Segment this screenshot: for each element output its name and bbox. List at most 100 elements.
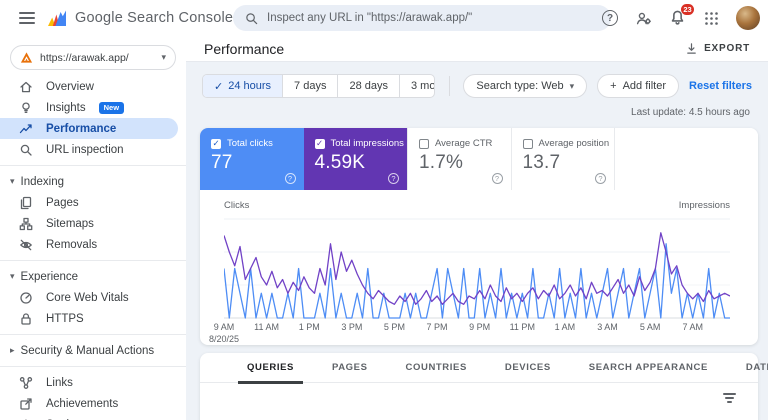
download-icon xyxy=(685,42,698,55)
help-icon[interactable]: ? xyxy=(285,173,296,184)
tab-countries[interactable]: COUNTRIES xyxy=(387,353,486,383)
x-tick-label: 9 AM8/20/25 xyxy=(209,322,239,345)
chart-axis-labels: Clicks Impressions xyxy=(224,200,730,211)
hamburger-menu-icon[interactable] xyxy=(10,3,44,33)
sidebar-item-sitemaps[interactable]: Sitemaps xyxy=(0,213,186,234)
chevron-down-icon: ▾ xyxy=(570,82,575,91)
search-type-button[interactable]: Search type: Web ▾ xyxy=(463,74,587,98)
app-title: Google Search Console xyxy=(75,10,233,26)
search-console-logo-icon xyxy=(46,8,67,29)
plus-icon: + xyxy=(610,80,616,92)
top-header-bar: Google Search Console ? 23 xyxy=(0,0,768,36)
apps-grid-icon[interactable] xyxy=(704,11,719,26)
date-range-28-days[interactable]: 28 days xyxy=(337,75,399,97)
sidebar-divider xyxy=(0,165,186,166)
sidebar-item-insights[interactable]: Insights New xyxy=(0,97,186,118)
visibility-off-icon xyxy=(19,238,33,252)
x-tick-label: 1 PM xyxy=(299,322,320,334)
sidebar-item-removals[interactable]: Removals xyxy=(0,234,186,255)
tab-pages[interactable]: PAGES xyxy=(313,353,387,383)
help-icon[interactable]: ? xyxy=(595,173,606,184)
help-icon[interactable]: ? xyxy=(602,10,618,26)
sidebar-item-pages[interactable]: Pages xyxy=(0,192,186,213)
date-range-7-days[interactable]: 7 days xyxy=(282,75,337,97)
chevron-down-icon: ▾ xyxy=(10,177,15,186)
tab-search-appearance[interactable]: SEARCH APPEARANCE xyxy=(570,353,727,383)
average-position-value: 13.7 xyxy=(523,152,604,174)
toolbar-divider xyxy=(449,76,450,96)
user-settings-icon[interactable] xyxy=(635,11,652,26)
header-action-icons: ? 23 xyxy=(602,0,760,36)
search-icon xyxy=(245,12,258,25)
home-icon xyxy=(19,80,33,94)
new-badge: New xyxy=(99,102,124,114)
add-filter-button[interactable]: + Add filter xyxy=(597,74,679,98)
table-filter-icon[interactable] xyxy=(723,393,736,403)
performance-chart-svg[interactable] xyxy=(224,215,730,319)
total-impressions-value: 4.59K xyxy=(315,152,397,174)
x-tick-label: 5 AM xyxy=(640,322,661,334)
metric-average-position[interactable]: Average position 13.7 ? xyxy=(511,128,615,190)
main-content: Performance EXPORT ✓ 24 hours 7 days 28 … xyxy=(186,36,768,420)
chevron-down-icon: ▾ xyxy=(161,53,166,62)
sidebar-item-url-inspection[interactable]: URL inspection xyxy=(0,139,186,160)
notifications-bell-icon[interactable]: 23 xyxy=(669,9,687,27)
sidebar-item-achievements[interactable]: Achievements xyxy=(0,393,186,414)
x-tick-label: 3 PM xyxy=(341,322,362,334)
sidebar-item-https[interactable]: HTTPS xyxy=(0,308,186,329)
sidebar-section-experience[interactable]: ▾ Experience xyxy=(0,266,186,287)
help-icon[interactable]: ? xyxy=(388,173,399,184)
lock-icon xyxy=(19,312,33,326)
tab-dates[interactable]: DATES xyxy=(727,353,768,383)
checkbox-unchecked-icon[interactable] xyxy=(523,139,533,149)
metric-total-impressions[interactable]: ✓ Total impressions 4.59K ? xyxy=(304,128,408,190)
avatar[interactable] xyxy=(736,6,760,30)
sitemap-icon xyxy=(19,217,33,231)
help-icon[interactable]: ? xyxy=(492,173,503,184)
url-inspect-searchbar[interactable] xyxy=(233,5,611,31)
property-selector[interactable]: https://arawak.app/ ▾ xyxy=(10,45,176,70)
sidebar-section-security[interactable]: ▸ Security & Manual Actions xyxy=(0,340,186,361)
last-update-text: Last update: 4.5 hours ago xyxy=(186,107,750,118)
sidebar-item-settings[interactable]: ⚙ Settings xyxy=(0,414,186,420)
chart-x-ticks: 9 AM8/20/2511 AM1 PM3 PM5 PM7 PM9 PM11 P… xyxy=(200,319,758,345)
sidebar-divider xyxy=(0,260,186,261)
sidebar-section-indexing[interactable]: ▾ Indexing xyxy=(0,171,186,192)
x-tick-label: 7 AM xyxy=(682,322,703,334)
checkbox-checked-icon[interactable]: ✓ xyxy=(211,139,221,149)
magnifier-icon xyxy=(19,143,33,157)
performance-trend-icon xyxy=(19,122,33,136)
lightbulb-icon xyxy=(19,101,33,115)
sidebar-item-core-web-vitals[interactable]: Core Web Vitals xyxy=(0,287,186,308)
checkbox-unchecked-icon[interactable] xyxy=(419,139,429,149)
url-inspect-input[interactable] xyxy=(267,12,599,24)
x-tick-label: 1 AM xyxy=(555,322,576,334)
export-button[interactable]: EXPORT xyxy=(685,42,750,55)
x-tick-label: 9 PM xyxy=(469,322,490,334)
tab-devices[interactable]: DEVICES xyxy=(486,353,570,383)
page-title: Performance xyxy=(204,41,284,57)
x-tick-label: 7 PM xyxy=(427,322,448,334)
x-tick-label: 11 PM xyxy=(510,322,535,334)
pages-icon xyxy=(19,196,33,210)
check-icon: ✓ xyxy=(214,80,223,93)
date-range-24-hours[interactable]: ✓ 24 hours xyxy=(203,75,282,97)
property-favicon xyxy=(20,51,33,64)
reset-filters-link[interactable]: Reset filters xyxy=(689,80,752,92)
x-tick-label: 11 AM xyxy=(254,322,279,334)
date-range-3-months[interactable]: 3 months xyxy=(399,75,435,97)
metric-cards: ✓ Total clicks 77 ? ✓ Total impressions … xyxy=(200,128,758,190)
checkbox-checked-icon[interactable]: ✓ xyxy=(315,139,325,149)
x-tick-label: 3 AM xyxy=(597,322,618,334)
notification-count-badge: 23 xyxy=(681,4,694,15)
sidebar-item-overview[interactable]: Overview xyxy=(0,76,186,97)
metric-total-clicks[interactable]: ✓ Total clicks 77 ? xyxy=(200,128,304,190)
sidebar-item-performance[interactable]: Performance xyxy=(0,118,178,139)
property-url: https://arawak.app/ xyxy=(40,52,154,64)
app-logo[interactable]: Google Search Console xyxy=(46,8,233,29)
sidebar-item-links[interactable]: Links xyxy=(0,372,186,393)
tab-queries[interactable]: QUERIES xyxy=(228,353,313,383)
chevron-down-icon: ▾ xyxy=(10,272,15,281)
performance-chart-card: ✓ Total clicks 77 ? ✓ Total impressions … xyxy=(200,128,758,345)
metric-average-ctr[interactable]: Average CTR 1.7% ? xyxy=(407,128,511,190)
